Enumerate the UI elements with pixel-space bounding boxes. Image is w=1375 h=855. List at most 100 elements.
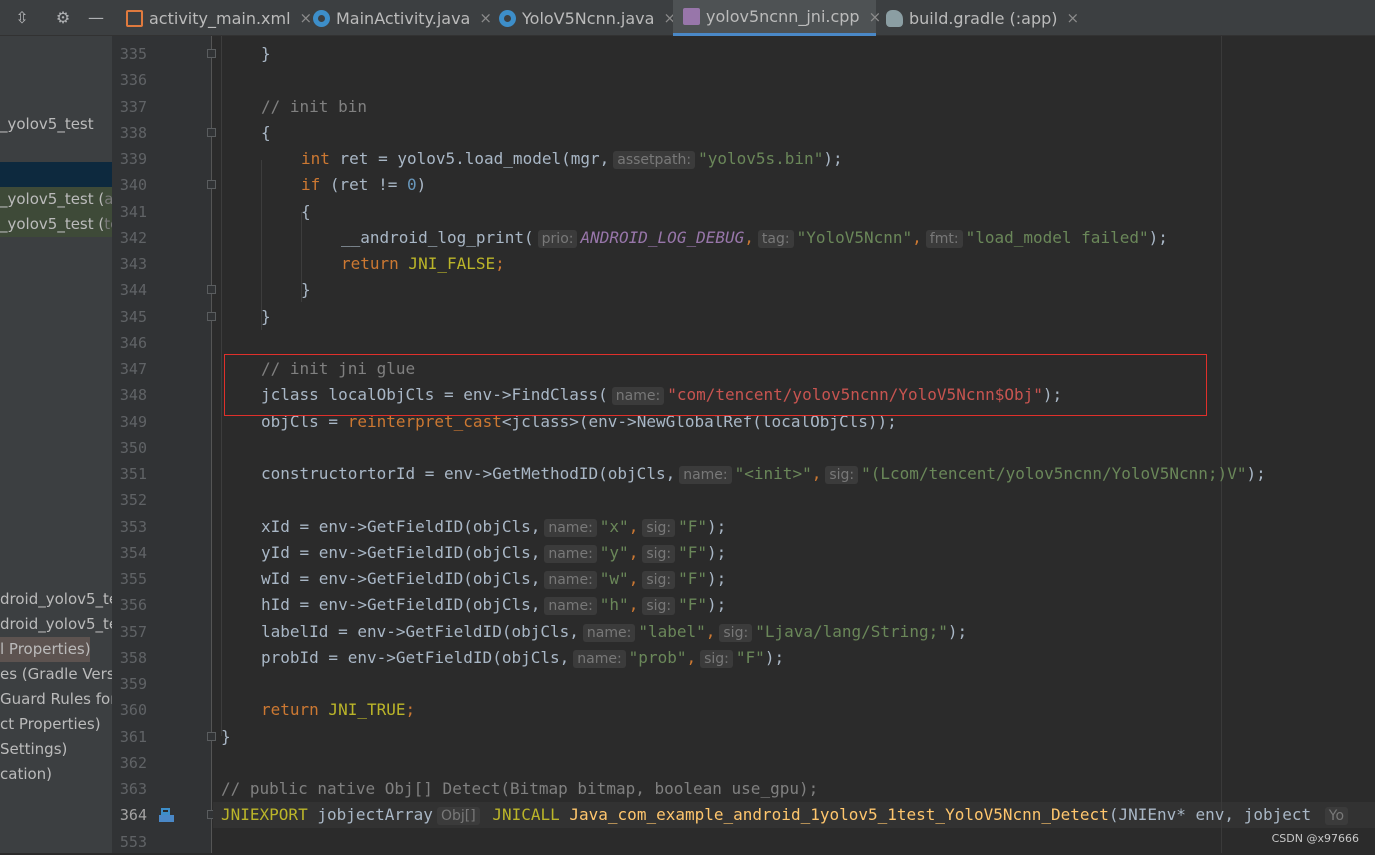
param-hint: sig: (642, 571, 676, 589)
tree-item[interactable]: droid_yolov5_te (0, 612, 112, 637)
line-number: 363 (119, 780, 147, 798)
tab-label: build.gradle (:app) (909, 8, 1058, 28)
param-hint: sig: (700, 650, 733, 668)
tab-mainactivity-java[interactable]: MainActivity.java × (303, 0, 492, 36)
java-class-icon (499, 9, 516, 27)
line-number: 553 (119, 833, 147, 851)
line-number-gutter[interactable]: 335 336 337 338 339 340 341 342 343 344 … (112, 36, 216, 853)
tree-item[interactable]: es (Gradle Versi (0, 662, 112, 687)
line-number: 349 (119, 413, 147, 431)
tree-item[interactable]: _yolov5_test (an (0, 187, 112, 212)
tab-label: yolov5ncnn_jni.cpp (706, 7, 860, 26)
code-line-337: // init bin (261, 97, 367, 116)
param-hint: fmt: (925, 230, 963, 248)
param-hint: sig: (642, 545, 676, 563)
right-margin-guide (1221, 36, 1222, 853)
code-line-344: } (301, 280, 311, 299)
xml-file-icon (126, 9, 143, 27)
indent-guide (221, 36, 222, 736)
line-number: 348 (119, 386, 147, 404)
tab-activity-main-xml[interactable]: activity_main.xml × (116, 0, 312, 36)
code-line-363: // public native Obj[] Detect(Bitmap bit… (221, 779, 819, 798)
param-hint: prio: (537, 230, 578, 248)
tree-item[interactable]: Guard Rules for (0, 687, 112, 712)
close-icon[interactable]: × (1067, 9, 1080, 27)
line-number: 339 (119, 150, 147, 168)
gradle-icon (886, 9, 903, 27)
tab-yolov5ncnn-jni-cpp[interactable]: yolov5ncnn_jni.cpp × (673, 0, 881, 36)
project-tree-panel: _yolov5_test _yolov5_test (an _yolov5_te… (0, 36, 112, 853)
line-number: 358 (119, 649, 147, 667)
code-line-340: if (ret != 0) (301, 175, 427, 194)
tree-item-selected[interactable] (0, 162, 112, 188)
code-line-351: constructortorId = env->GetMethodID(objC… (261, 464, 1266, 484)
line-number: 343 (119, 255, 147, 273)
line-number: 352 (119, 491, 147, 509)
editor-tab-bar: ⇳ ⚙ — activity_main.xml × MainActivity.j… (0, 0, 1375, 36)
param-hint: name: (582, 624, 636, 642)
param-hint: name: (544, 545, 597, 563)
code-line-355: wId = env->GetFieldID(objCls, name: "w", si… (261, 569, 727, 589)
param-hint: sig: (719, 624, 753, 642)
tab-label: MainActivity.java (336, 8, 471, 28)
line-number: 344 (119, 281, 147, 299)
line-number: 355 (119, 570, 147, 588)
code-line-343: return JNI_FALSE; (341, 254, 505, 273)
line-number: 359 (119, 675, 147, 693)
line-number: 337 (119, 98, 147, 116)
code-line-338: { (261, 123, 271, 142)
tab-label: YoloV5Ncnn.java (522, 8, 655, 28)
gear-icon[interactable]: ⚙ (53, 8, 73, 28)
line-number: 350 (119, 439, 147, 457)
tree-item[interactable]: droid_yolov5_te (0, 587, 112, 612)
code-editor[interactable]: } // init bin { int ret = yolov5.load_mo… (213, 36, 1375, 853)
watermark: CSDN @x97666 (1271, 832, 1359, 845)
param-hint: tag: (757, 230, 794, 248)
tree-item[interactable]: _yolov5_test (0, 112, 112, 137)
line-number: 338 (119, 124, 147, 142)
tree-item[interactable]: l Properties) (0, 637, 90, 662)
code-line-358: probId = env->GetFieldID(objCls, name: "pr… (261, 648, 785, 668)
code-line-364: JNIEXPORT jobjectArray Obj[] JNICALL Java… (221, 802, 1351, 828)
tree-item[interactable]: Settings) (0, 737, 112, 762)
param-hint: sig: (825, 466, 859, 484)
line-number: 357 (119, 623, 147, 641)
collapse-all-icon[interactable]: ⇳ (12, 8, 32, 28)
java-class-icon (313, 9, 330, 27)
param-hint: name: (544, 519, 597, 537)
param-hint: sig: (642, 519, 676, 537)
tab-build-gradle-app[interactable]: build.gradle (:app) × (876, 0, 1079, 36)
code-line-354: yId = env->GetFieldID(objCls, name: "y", si… (261, 543, 727, 563)
line-number: 346 (119, 334, 147, 352)
line-number: 340 (119, 176, 147, 194)
code-line-339: int ret = yolov5.load_model(mgr, assetpat… (301, 149, 843, 169)
code-line-361: } (221, 727, 231, 746)
line-number: 341 (119, 203, 147, 221)
bookmark-icon[interactable] (159, 807, 175, 823)
line-number: 362 (119, 754, 147, 772)
param-hint: name: (573, 650, 626, 668)
code-line-356: hId = env->GetFieldID(objCls, name: "h", si… (261, 595, 727, 615)
line-number: 361 (119, 728, 147, 746)
code-line-360: return JNI_TRUE; (261, 700, 416, 719)
line-number: 353 (119, 518, 147, 536)
line-number: 335 (119, 45, 147, 63)
tree-item[interactable]: _yolov5_test (te (0, 212, 112, 237)
tab-yolov5ncnn-java[interactable]: YoloV5Ncnn.java × (489, 0, 676, 36)
line-number: 336 (119, 71, 147, 89)
tree-item[interactable]: ct Properties) (0, 712, 112, 737)
tree-item[interactable]: cation) (0, 762, 112, 787)
annotation-highlight-box (224, 354, 1207, 416)
code-line-357: labelId = env->GetFieldID(objCls, name: "l… (261, 622, 968, 642)
line-number: 354 (119, 544, 147, 562)
line-number: 356 (119, 596, 147, 614)
line-number: 351 (119, 465, 147, 483)
line-number: 360 (119, 701, 147, 719)
code-line-341: { (301, 202, 311, 221)
line-number: 342 (119, 229, 147, 247)
line-number: 347 (119, 360, 147, 378)
code-line-335: } (261, 44, 271, 63)
param-hint: name: (544, 571, 597, 589)
minimize-icon[interactable]: — (86, 8, 106, 28)
param-hint: assetpath: (613, 151, 696, 169)
